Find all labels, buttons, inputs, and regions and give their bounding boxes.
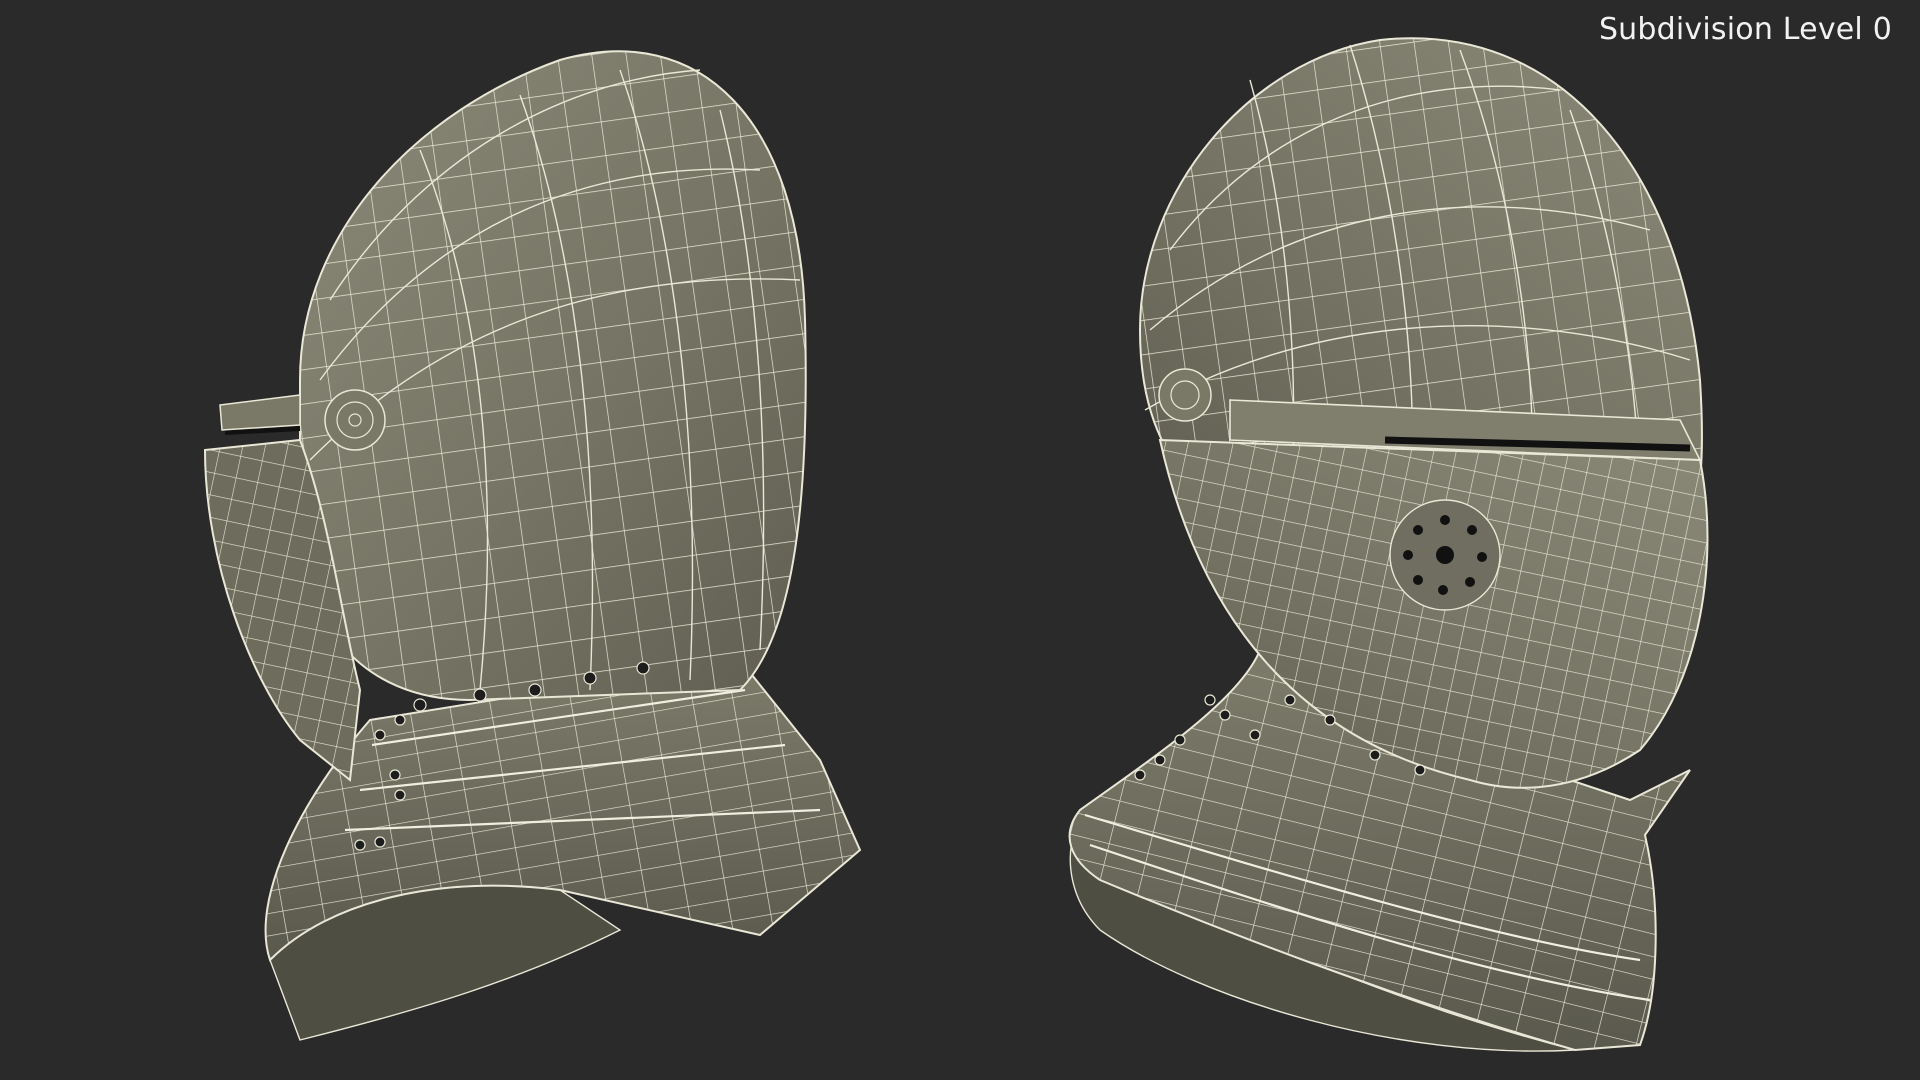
visor-pivot-left xyxy=(324,389,386,451)
subdivision-level-label: Subdivision Level 0 xyxy=(1598,12,1892,47)
visor-pivot-right xyxy=(1158,368,1212,422)
helmet-front-view[interactable] xyxy=(1040,20,1730,1060)
breath-holes xyxy=(1389,499,1501,611)
helmet-scene xyxy=(190,20,1730,1060)
helmet-side-view[interactable] xyxy=(190,30,900,1060)
3d-viewport[interactable]: Subdivision Level 0 xyxy=(0,0,1920,1080)
